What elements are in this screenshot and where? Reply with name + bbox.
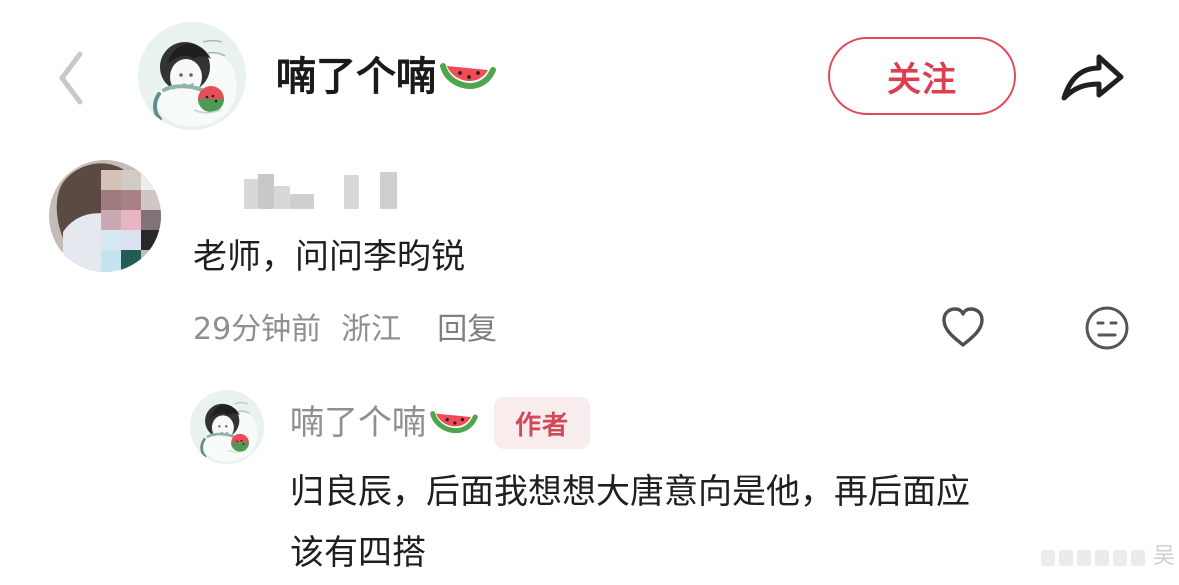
reply-author-name[interactable]: 喃了个喃 <box>290 400 478 446</box>
profile-name-text: 喃了个喃 <box>276 54 436 100</box>
reply-author-text: 喃了个喃 <box>290 403 426 443</box>
pixelated-avatar-icon[interactable] <box>49 160 161 272</box>
heart-icon[interactable] <box>938 303 988 351</box>
neutral-face-icon[interactable] <box>1083 304 1131 352</box>
comment-location: 浙江 <box>341 312 402 347</box>
follow-button[interactable]: 关注 <box>828 37 1016 115</box>
back-chevron-icon[interactable] <box>50 46 96 110</box>
profile-avatar-icon[interactable] <box>138 22 246 130</box>
watermark: 吴 <box>1041 533 1176 579</box>
profile-avatar-icon[interactable] <box>190 390 264 464</box>
reply-text-line-1: 归良辰，后面我想想大唐意向是他，再后面应 <box>290 472 970 512</box>
reply-header: 喃了个喃 作者 <box>290 395 590 451</box>
comment-time: 29分钟前 <box>193 312 322 347</box>
watermark-bars <box>1041 549 1149 567</box>
profile-name[interactable]: 喃了个喃 <box>276 50 496 104</box>
watermelon-icon <box>430 406 478 440</box>
watermelon-icon <box>440 57 496 97</box>
reply-text-line-2: 该有四搭 <box>290 533 426 573</box>
blurred-username-icon <box>244 169 406 215</box>
comment-text: 老师，问问李昀锐 <box>193 237 465 277</box>
reply-button[interactable]: 回复 <box>437 304 497 348</box>
comment-meta: 29分钟前 浙江 回复 <box>193 302 497 350</box>
comment-thread-screen: 喃了个喃 关注 老师，问问李昀锐 29分钟前 浙江 回复 喃了个喃 作者 归良辰… <box>0 0 1179 585</box>
watermark-char: 吴 <box>1153 544 1176 569</box>
share-icon[interactable] <box>1056 45 1128 107</box>
profile-header: 喃了个喃 关注 <box>0 0 1179 150</box>
author-badge: 作者 <box>494 397 590 449</box>
